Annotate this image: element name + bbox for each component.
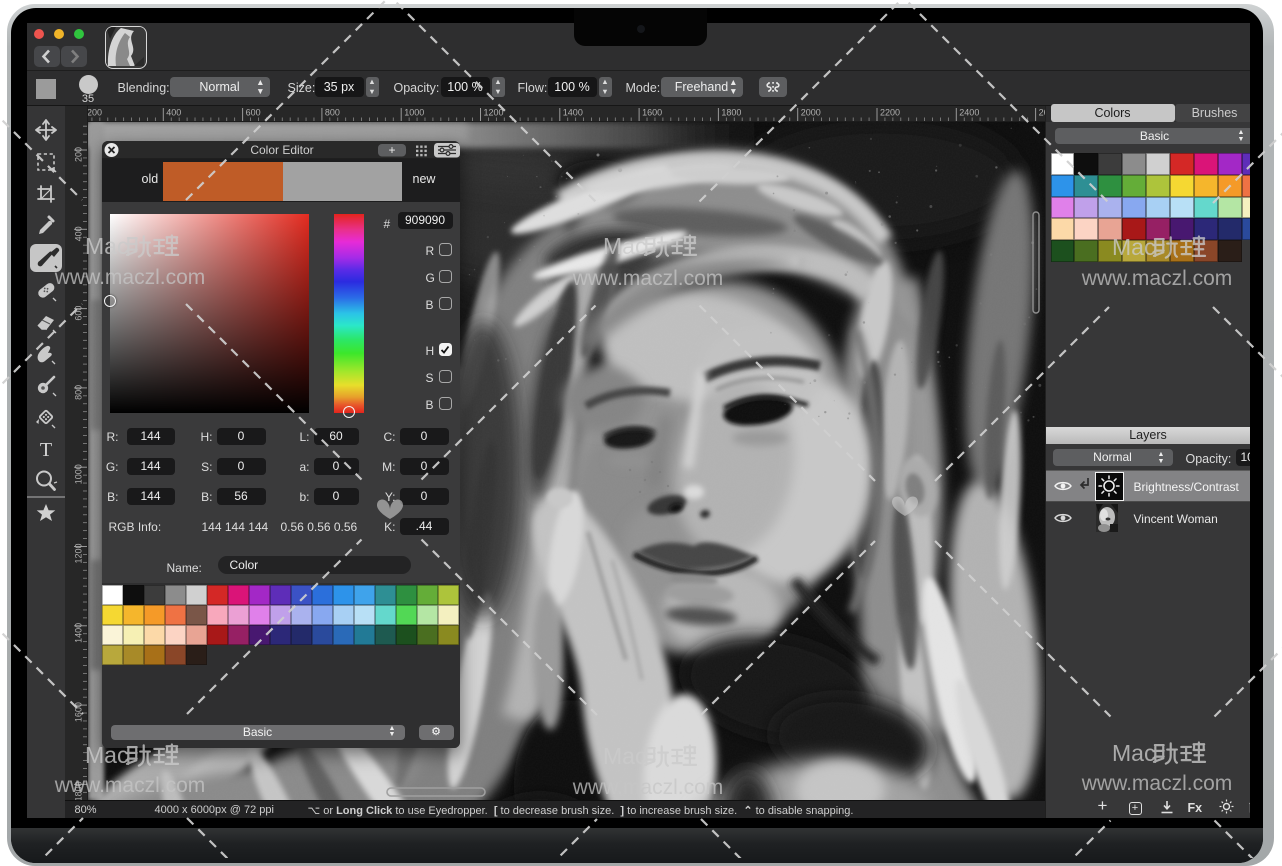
svg-text:1400: 1400	[562, 107, 582, 117]
svg-text:2200: 2200	[880, 107, 900, 117]
svg-text:Color Editor: Color Editor	[250, 143, 313, 157]
svg-text:1000: 1000	[73, 464, 83, 484]
svg-text:1000: 1000	[404, 107, 424, 117]
svg-text:1800: 1800	[721, 107, 741, 117]
svg-text:T: T	[39, 439, 51, 461]
svg-text:200: 200	[73, 147, 83, 162]
svg-text:1800: 1800	[73, 781, 83, 800]
svg-text:200: 200	[87, 107, 102, 117]
svg-text:1600: 1600	[642, 107, 662, 117]
svg-text:1200: 1200	[483, 107, 503, 117]
svg-text:1400: 1400	[73, 622, 83, 642]
svg-text:600: 600	[73, 305, 83, 320]
svg-text:1600: 1600	[73, 702, 83, 722]
svg-text:400: 400	[73, 226, 83, 241]
svg-text:800: 800	[324, 107, 339, 117]
svg-text:400: 400	[166, 107, 181, 117]
svg-text:2000: 2000	[800, 107, 820, 117]
svg-text:800: 800	[73, 384, 83, 399]
svg-text:2400: 2400	[959, 107, 979, 117]
svg-text:600: 600	[245, 107, 260, 117]
svg-text:+: +	[388, 143, 395, 157]
svg-text:1200: 1200	[73, 543, 83, 563]
